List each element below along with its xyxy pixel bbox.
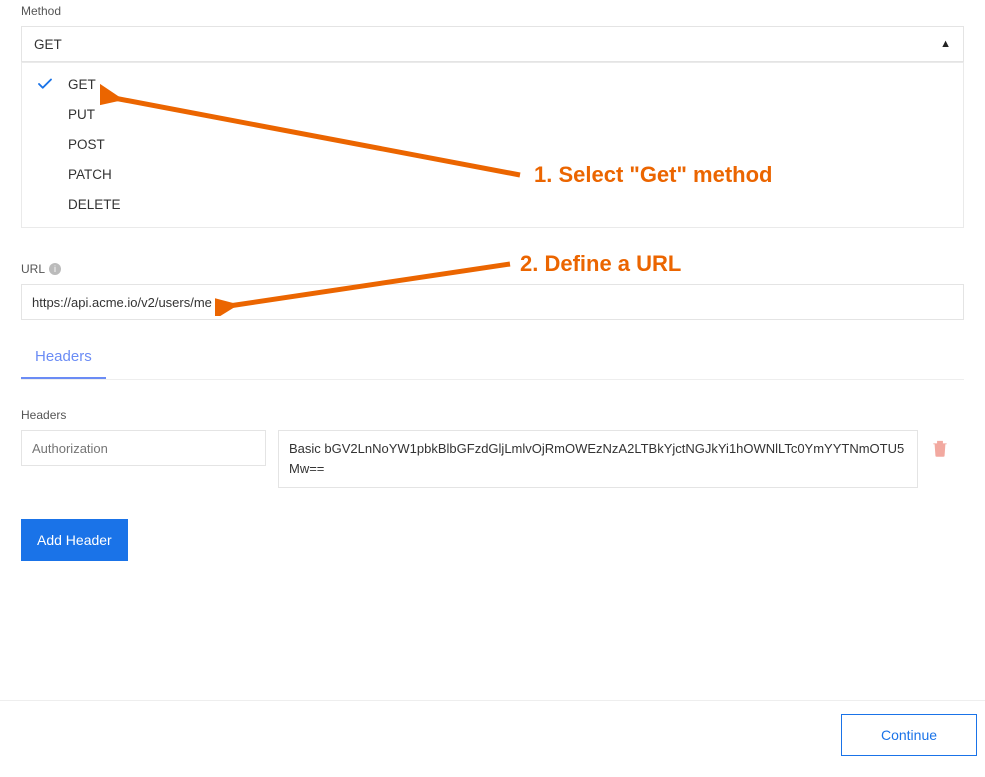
method-option-label: PUT: [68, 107, 95, 122]
check-icon: [36, 75, 54, 93]
method-option-get[interactable]: GET: [22, 69, 963, 99]
continue-button[interactable]: Continue: [841, 714, 977, 756]
tabs: Headers: [21, 336, 964, 380]
info-icon: i: [49, 263, 61, 275]
header-value-input[interactable]: Basic bGV2LnNoYW1pbkBlbGFzdGljLmlvOjRmOW…: [278, 430, 918, 488]
method-option-label: POST: [68, 137, 105, 152]
trash-icon[interactable]: [930, 437, 950, 459]
method-dropdown: GET PUT POST PATCH DELETE: [21, 62, 964, 228]
method-option-delete[interactable]: DELETE: [22, 189, 963, 219]
method-option-patch[interactable]: PATCH: [22, 159, 963, 189]
headers-label-text: Headers: [21, 408, 66, 422]
method-selected-value: GET: [34, 37, 62, 52]
method-option-label: PATCH: [68, 167, 112, 182]
url-label: URL i: [21, 262, 964, 276]
chevron-up-icon: ▲: [940, 38, 951, 50]
check-icon: [36, 165, 54, 183]
divider: [0, 700, 985, 701]
annotation-step1: 1. Select "Get" method: [534, 162, 772, 188]
header-row: Basic bGV2LnNoYW1pbkBlbGFzdGljLmlvOjRmOW…: [21, 430, 964, 488]
method-option-label: GET: [68, 77, 96, 92]
url-label-text: URL: [21, 262, 45, 276]
method-option-post[interactable]: POST: [22, 129, 963, 159]
tab-headers[interactable]: Headers: [21, 335, 106, 379]
method-label: Method: [21, 4, 964, 18]
annotation-step2: 2. Define a URL: [520, 251, 681, 277]
url-input[interactable]: [21, 284, 964, 320]
add-header-button[interactable]: Add Header: [21, 519, 128, 561]
tab-label: Headers: [35, 348, 92, 365]
method-select[interactable]: GET ▲: [21, 26, 964, 62]
method-label-text: Method: [21, 4, 61, 18]
check-icon: [36, 195, 54, 213]
check-icon: [36, 105, 54, 123]
check-icon: [36, 135, 54, 153]
method-option-put[interactable]: PUT: [22, 99, 963, 129]
header-key-input[interactable]: [21, 430, 266, 466]
method-option-label: DELETE: [68, 197, 121, 212]
headers-label: Headers: [21, 408, 964, 422]
